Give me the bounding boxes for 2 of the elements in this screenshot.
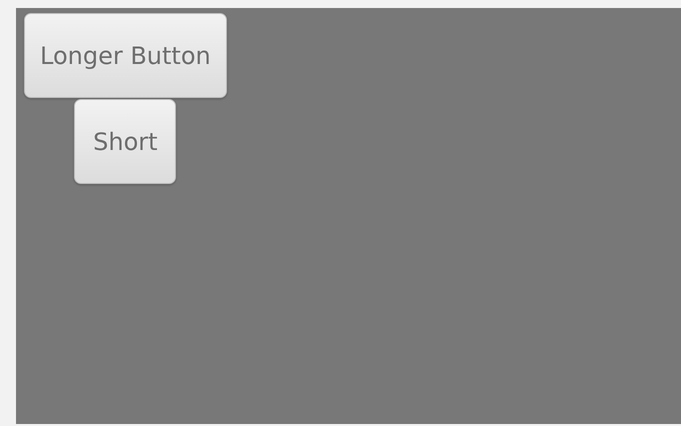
push-button[interactable]: Short <box>74 99 176 184</box>
push-button[interactable]: Longer Button <box>24 13 227 98</box>
